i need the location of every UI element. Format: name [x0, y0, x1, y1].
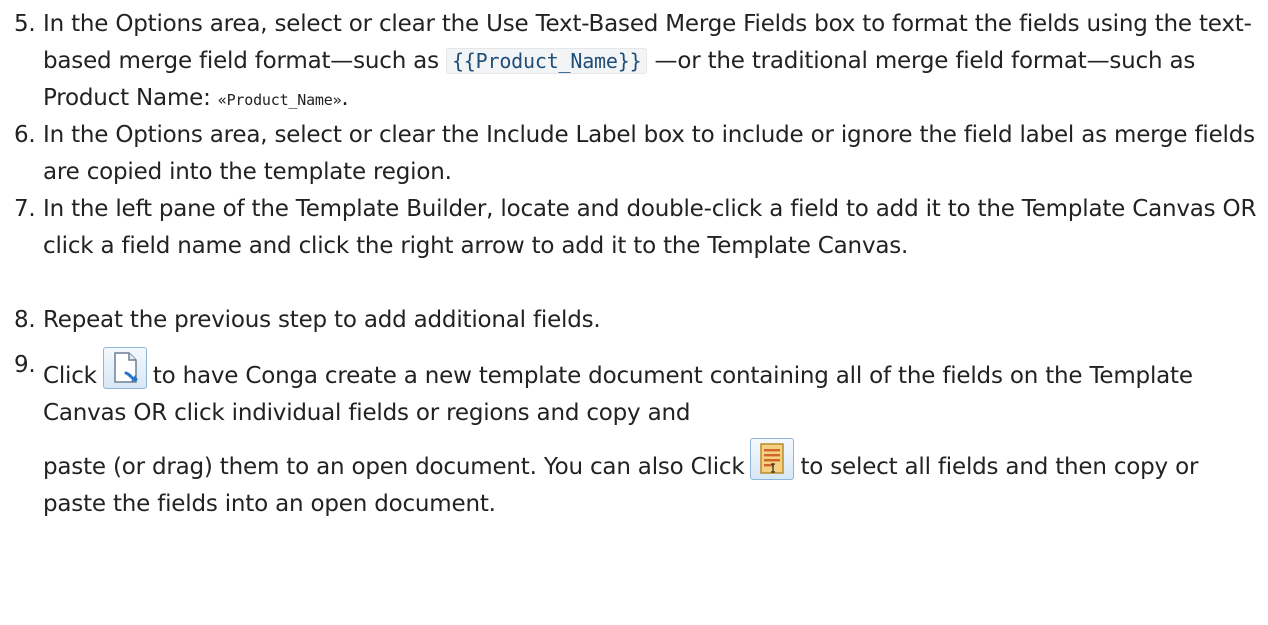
step-text: to have Conga create a new template docu… [43, 363, 1193, 426]
step-6: 6. In the Options area, select or clear … [0, 117, 1262, 191]
step-text: Click [43, 363, 97, 389]
code-sample-traditional: «Product_Name» [217, 91, 342, 109]
step-number: 8. [14, 307, 36, 333]
step-5: 5. In the Options area, select or clear … [0, 6, 1262, 117]
step-text: paste (or drag) them to an open document… [43, 454, 745, 480]
instruction-steps: 5. In the Options area, select or clear … [0, 6, 1262, 523]
step-9: 9. Click to have Conga create a new temp… [0, 347, 1262, 523]
step-number: 7. [14, 196, 36, 222]
step-number: 6. [14, 122, 36, 148]
new-template-document-icon [102, 347, 147, 389]
step-text: In the Options area, select or clear the… [43, 122, 1255, 185]
select-all-fields-icon [750, 438, 795, 480]
step-number: 9. [14, 352, 36, 378]
step-7: 7. In the left pane of the Template Buil… [0, 191, 1262, 302]
step-text: In the left pane of the Template Builder… [43, 196, 1257, 259]
code-sample-text-based: {{Product_Name}} [445, 48, 648, 74]
step-text: Repeat the previous step to add addition… [43, 307, 601, 333]
step-number: 5. [14, 11, 36, 37]
step-8: 8. Repeat the previous step to add addit… [0, 302, 1262, 347]
step-text: . [341, 85, 349, 111]
